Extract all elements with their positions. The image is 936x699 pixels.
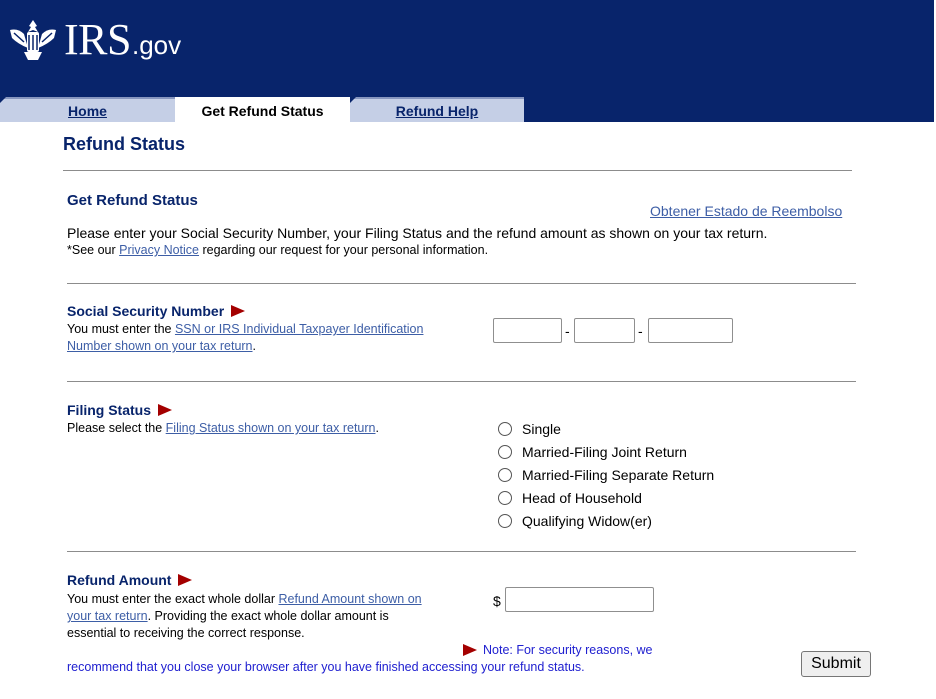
required-arrow-icon: [158, 404, 172, 416]
filing-option-head-of-household[interactable]: Head of Household: [498, 490, 642, 506]
radio-button[interactable]: [498, 445, 512, 459]
security-note: Note: For security reasons, we: [463, 643, 653, 657]
privacy-notice-link[interactable]: Privacy Notice: [119, 243, 199, 257]
refund-amount-help-link[interactable]: Refund Amount shown on: [278, 592, 421, 606]
filing-status-label: Filing Status: [67, 402, 172, 418]
ssn-help-link-cont[interactable]: Number shown on your tax return: [67, 339, 253, 353]
security-note-cont: recommend that you close your browser af…: [67, 660, 585, 674]
eagle-icon: [10, 20, 56, 60]
intro-text: Please enter your Social Security Number…: [67, 225, 768, 241]
tab-home-link[interactable]: Home: [68, 103, 107, 119]
required-arrow-icon: [178, 574, 193, 586]
ssn-part3-input[interactable]: [648, 318, 733, 343]
radio-button[interactable]: [498, 491, 512, 505]
ssn-description: You must enter the SSN or IRS Individual…: [67, 322, 424, 353]
divider: [67, 283, 856, 284]
radio-button[interactable]: [498, 514, 512, 528]
refund-amount-help-link-cont[interactable]: your tax return: [67, 609, 148, 623]
section-title: Get Refund Status: [67, 192, 198, 209]
submit-button[interactable]: Submit: [801, 651, 871, 677]
ssn-label: Social Security Number: [67, 303, 246, 319]
privacy-note: *See our Privacy Notice regarding our re…: [67, 243, 489, 257]
tab-get-refund-status-label: Get Refund Status: [201, 103, 324, 119]
filing-status-description: Please select the Filing Status shown on…: [67, 421, 379, 435]
logo-irs-text: IRS: [64, 15, 131, 64]
refund-amount-label: Refund Amount: [67, 572, 193, 588]
filing-option-single[interactable]: Single: [498, 421, 561, 437]
tab-refund-help[interactable]: Refund Help: [350, 97, 524, 122]
currency-symbol: $: [493, 593, 501, 609]
refund-amount-input[interactable]: [505, 587, 654, 612]
filing-status-help-link[interactable]: Filing Status shown on your tax return: [166, 421, 376, 435]
radio-button[interactable]: [498, 422, 512, 436]
divider: [67, 381, 856, 382]
filing-option-married-joint[interactable]: Married-Filing Joint Return: [498, 444, 687, 460]
divider: [67, 551, 856, 552]
divider: [63, 170, 852, 171]
filing-option-qualifying-widow[interactable]: Qualifying Widow(er): [498, 513, 652, 529]
refund-amount-description: You must enter the exact whole dollar Re…: [67, 592, 422, 640]
tab-get-refund-status[interactable]: Get Refund Status: [175, 97, 350, 122]
spanish-version-link[interactable]: Obtener Estado de Reembolso: [650, 203, 842, 219]
page-title: Refund Status: [63, 134, 186, 154]
radio-button[interactable]: [498, 468, 512, 482]
ssn-separator: -: [565, 323, 570, 339]
tab-refund-help-link[interactable]: Refund Help: [396, 103, 478, 119]
logo-gov-text: .gov: [131, 30, 182, 60]
ssn-separator: -: [638, 323, 643, 339]
ssn-help-link[interactable]: SSN or IRS Individual Taxpayer Identific…: [175, 322, 424, 336]
irs-logo[interactable]: IRS .gov: [8, 18, 181, 62]
ssn-part1-input[interactable]: [493, 318, 562, 343]
note-arrow-icon: [463, 644, 477, 656]
required-arrow-icon: [231, 305, 246, 317]
filing-option-married-separate[interactable]: Married-Filing Separate Return: [498, 467, 714, 483]
ssn-part2-input[interactable]: [574, 318, 635, 343]
tab-home[interactable]: Home: [0, 97, 175, 122]
